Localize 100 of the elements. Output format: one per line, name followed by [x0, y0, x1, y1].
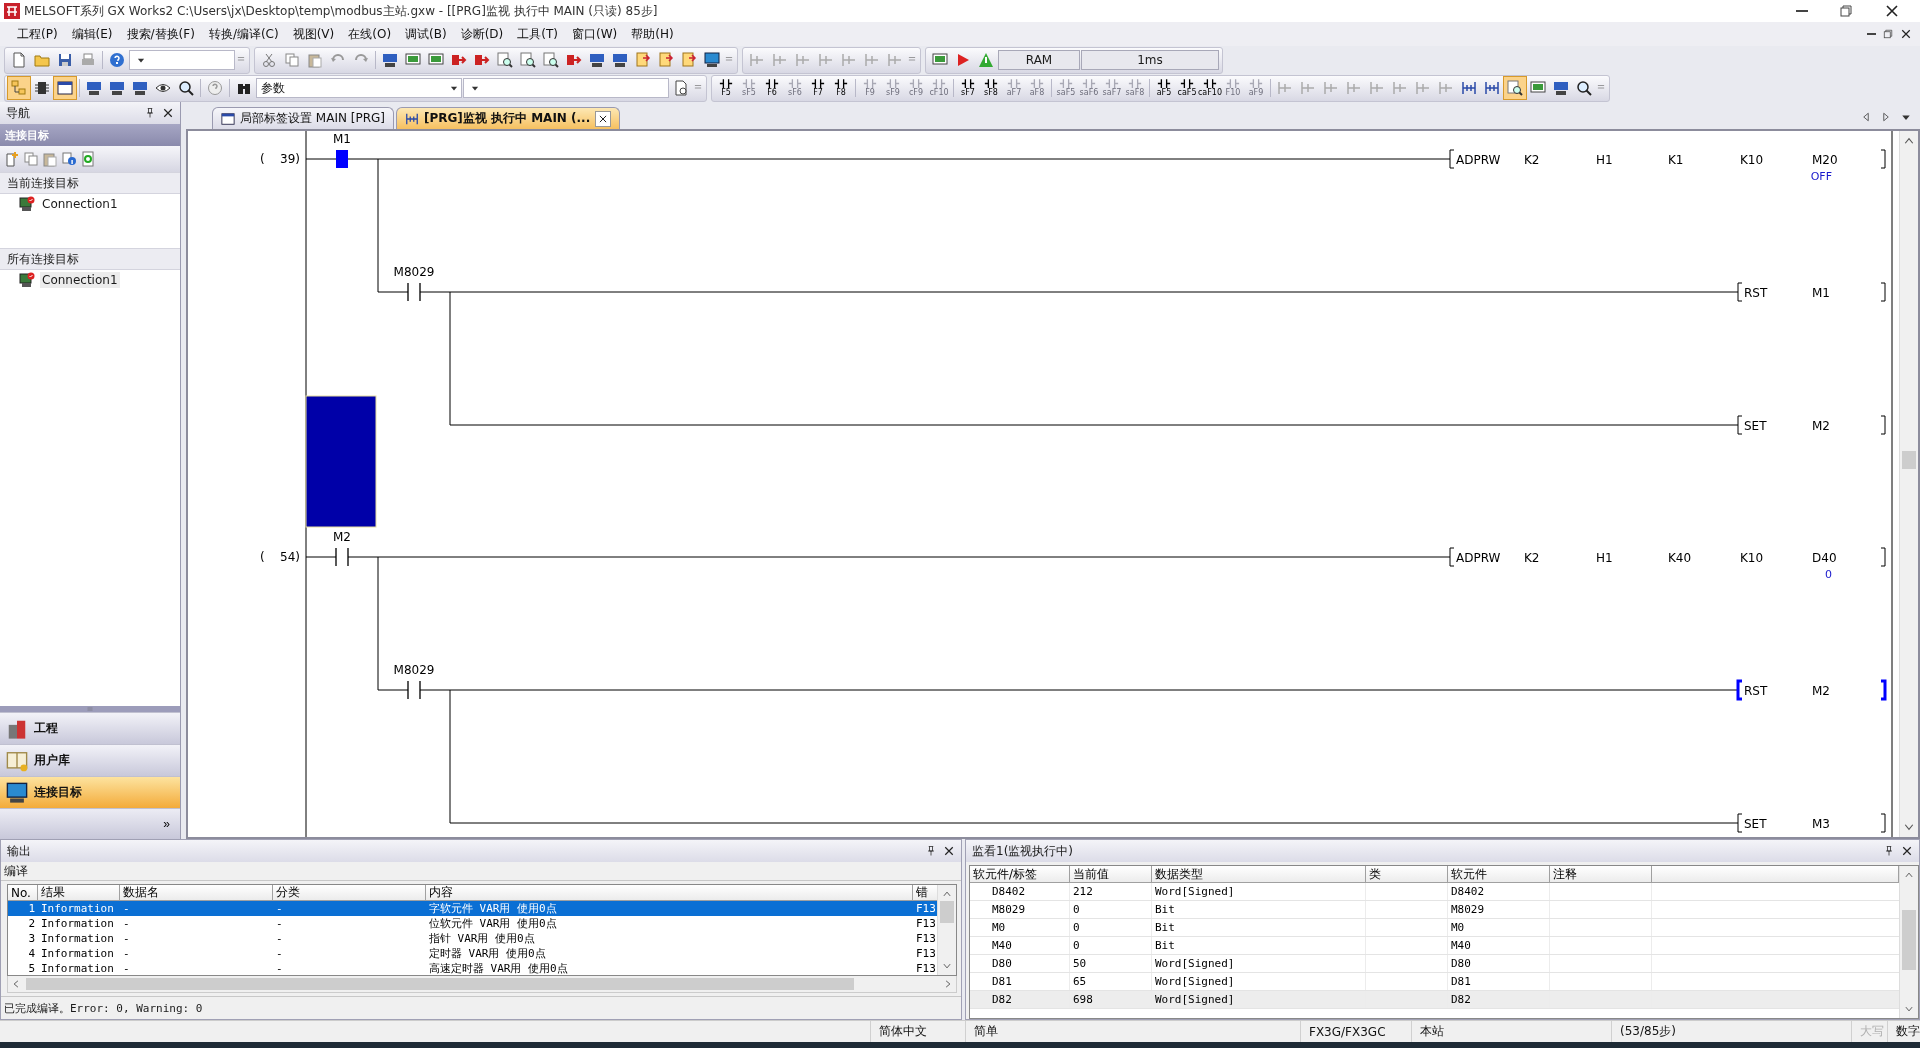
ladder-tool-button[interactable]: F5 — [715, 76, 737, 100]
table-cell-text: - — [275, 961, 284, 975]
ladder-tool-button[interactable]: sF8 — [980, 76, 1002, 100]
document-tab[interactable]: 局部标签设置 MAIN [PRG] — [212, 107, 394, 129]
scroll-thumb[interactable] — [1902, 451, 1916, 469]
table-cell-text: 2 — [27, 916, 36, 931]
ladder-tool-button[interactable]: caF5 — [1176, 76, 1198, 100]
contact-icon — [863, 79, 877, 88]
menu-item[interactable]: 窗口(W) — [565, 23, 625, 45]
ladder-tool-button[interactable]: F8 — [830, 76, 852, 100]
ladder-icon — [1392, 80, 1408, 96]
transfer-icon — [681, 52, 697, 68]
nav-pane-button[interactable]: 工程 — [0, 712, 180, 744]
ladder-tool-button[interactable]: aF5 — [1153, 76, 1175, 100]
column-header[interactable]: 软元件/标签 — [970, 866, 1070, 883]
monitor-value: OFF — [1810, 170, 1832, 183]
window-button[interactable] — [54, 77, 76, 99]
table-cell-text: 指针 VAR用 使用0点 — [428, 931, 536, 946]
vertical-scrollbar[interactable] — [937, 885, 956, 975]
screen-icon — [428, 52, 444, 68]
table-cell-text: - — [122, 901, 131, 916]
info-icon — [61, 151, 77, 167]
table-cell-text: 定时器 VAR用 使用0点 — [428, 946, 547, 961]
nav-pane-button[interactable]: 用户库 — [0, 744, 180, 776]
nav-pane-button[interactable]: 连接目标 — [0, 776, 180, 808]
menu-item[interactable]: 转换/编译(C) — [201, 23, 286, 45]
menu-item[interactable]: 诊断(D) — [453, 23, 511, 45]
result-row[interactable]: 1 Information - - 字软元件 VAR用 使用0点 F13 — [8, 901, 937, 916]
menu-item[interactable]: 搜索/替换(F) — [119, 23, 202, 45]
horizontal-scrollbar[interactable] — [7, 976, 957, 993]
menu-item[interactable]: 视图(V) — [285, 23, 342, 45]
help-icon — [109, 52, 125, 68]
watch-row[interactable]: M8029 0 Bit M8029 — [970, 901, 1899, 919]
ladder-icon — [1369, 80, 1385, 96]
table-cell-text: - — [275, 931, 284, 946]
table-cell: 50 — [1070, 955, 1152, 972]
watch-row[interactable]: D82 698 Word[Signed] D82 — [970, 991, 1899, 1009]
menu-item[interactable]: 工具(T) — [510, 23, 565, 45]
watch-row[interactable]: M40 0 Bit M40 — [970, 937, 1899, 955]
menu-item[interactable]: 工程(P) — [10, 23, 65, 45]
close-bracket — [1880, 547, 1886, 567]
instruction-name: ADPRW — [1456, 551, 1501, 565]
column-header[interactable]: 错 — [913, 885, 937, 901]
ladder-icon — [404, 111, 419, 126]
watch-row[interactable]: D80 50 Word[Signed] D80 — [970, 955, 1899, 973]
table-cell: D82 — [1448, 991, 1550, 1008]
ladder-tool-button[interactable]: F7 — [807, 76, 829, 100]
connection-item[interactable]: Connection1 — [40, 196, 120, 212]
menu-item[interactable]: 调试(B) — [398, 23, 454, 45]
document-tab[interactable]: [PRG]监视 执行中 MAIN (... — [395, 107, 621, 129]
watch-row[interactable]: D81 65 Word[Signed] D81 — [970, 973, 1899, 991]
table-cell: M8029 — [970, 901, 1070, 918]
column-header[interactable]: 内容 — [426, 885, 913, 901]
table-cell-text: 3 — [27, 931, 36, 946]
panel-title: 输出 — [7, 842, 31, 860]
menu-item[interactable]: 编辑(E) — [64, 23, 120, 45]
menu-item[interactable]: 在线(O) — [341, 23, 399, 45]
ladder-tool-button[interactable]: caF10 — [1199, 76, 1221, 100]
column-header[interactable]: 注释 — [1550, 866, 1652, 883]
more-button[interactable]: » — [161, 817, 172, 831]
tab-close-button[interactable] — [595, 110, 612, 127]
table-cell-text: F13 — [915, 961, 937, 975]
column-header[interactable]: 软元件 — [1448, 866, 1550, 883]
column-header[interactable]: No. — [8, 885, 38, 901]
scroll-down-icon — [1904, 1004, 1914, 1014]
menu-item[interactable]: 帮助(H) — [624, 23, 681, 45]
table-cell: M40 — [970, 937, 1070, 954]
app-logo-icon — [4, 3, 20, 19]
page-search-button[interactable] — [1504, 77, 1526, 99]
column-header[interactable]: 类 — [1366, 866, 1448, 883]
scroll-up-icon — [1904, 870, 1914, 880]
connection-icon — [19, 196, 35, 212]
search-combo[interactable]: 参数 — [256, 78, 462, 98]
table-cell: D81 — [1448, 973, 1550, 990]
close-bracket — [1880, 415, 1886, 435]
ladder-icon — [1300, 80, 1316, 96]
scroll-thumb[interactable] — [1902, 910, 1916, 970]
column-header[interactable]: 结果 — [38, 885, 120, 901]
operand: M20 — [1812, 153, 1838, 167]
column-header[interactable]: 当前值 — [1070, 866, 1152, 883]
close-bracket — [1881, 679, 1887, 701]
connection-item[interactable]: Connection1 — [40, 272, 120, 288]
column-header[interactable]: 数据名 — [120, 885, 273, 901]
contact-icon — [1249, 79, 1263, 88]
monitor-value: 0 — [1825, 568, 1832, 581]
new-document-icon — [11, 52, 27, 68]
contact-icon — [811, 79, 825, 88]
ladder-tool-button[interactable]: sF7 — [957, 76, 979, 100]
table-cell-text: - — [275, 901, 284, 916]
column-header[interactable]: 数据类型 — [1152, 866, 1366, 883]
ladder-tool-button[interactable]: F6 — [761, 76, 783, 100]
connection-icon — [19, 272, 35, 288]
scroll-thumb[interactable] — [940, 901, 954, 923]
contact-icon — [719, 79, 733, 88]
watch-row[interactable]: D8402 212 Word[Signed] D8402 — [970, 883, 1899, 901]
vertical-scrollbar[interactable] — [1899, 131, 1918, 837]
table-cell: M0 — [970, 919, 1070, 936]
column-header[interactable]: 分类 — [273, 885, 426, 901]
watch-row[interactable]: M0 0 Bit M0 — [970, 919, 1899, 937]
vertical-scrollbar[interactable] — [1899, 866, 1918, 1018]
